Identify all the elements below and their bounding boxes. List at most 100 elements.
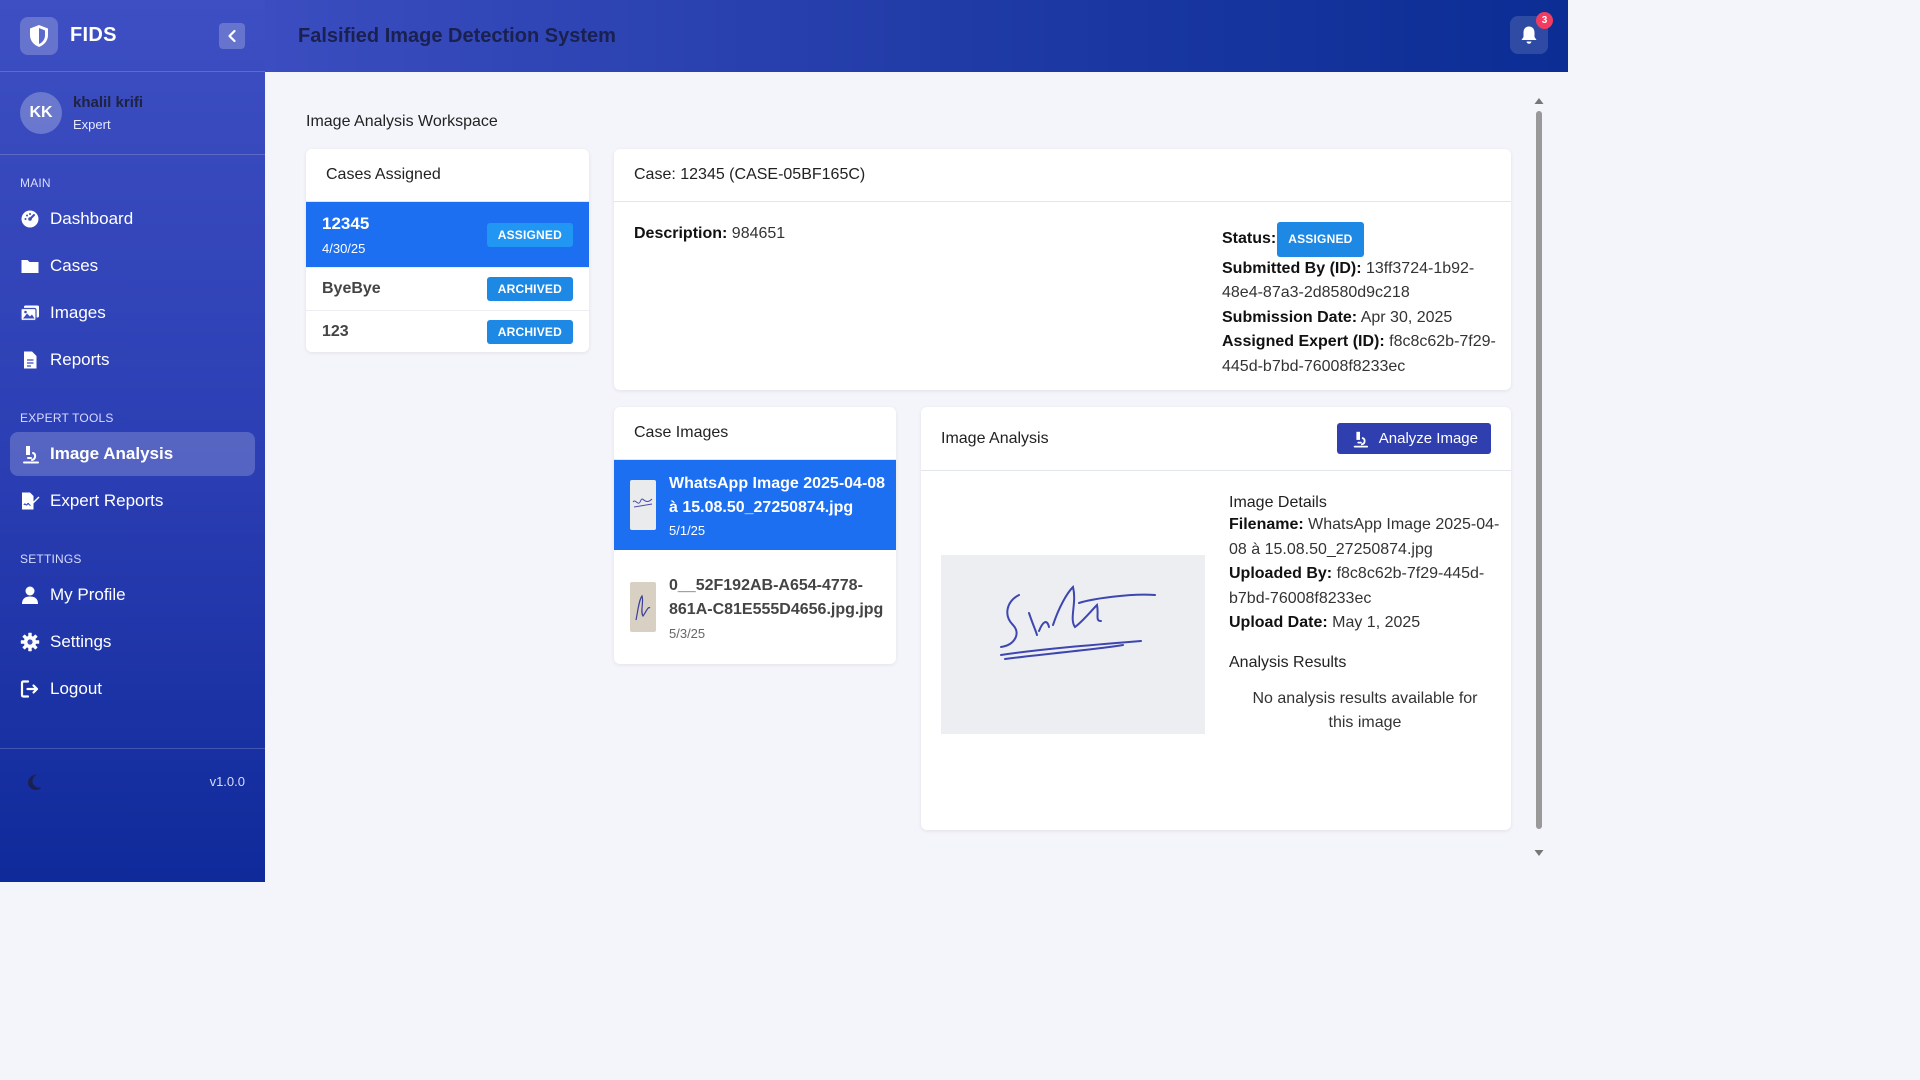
sidebar-footer: v1.0.0 (0, 748, 265, 814)
microscope-icon (23, 446, 39, 464)
upload-date-value: May 1, 2025 (1332, 614, 1421, 631)
upload-date-label: Upload Date: (1229, 614, 1328, 631)
sidebar-item-label: Expert Reports (50, 491, 164, 510)
sidebar-item-images[interactable]: Images (10, 291, 255, 335)
image-preview (941, 555, 1205, 734)
submission-date-label: Submission Date: (1222, 308, 1358, 326)
image-list-item[interactable]: 0__52F192AB-A654-4778-861A-C81E555D4656.… (614, 550, 896, 664)
case-detail-card: Case: 12345 (CASE-05BF165C) Description:… (614, 149, 1511, 390)
sidebar-item-label: Logout (50, 679, 102, 698)
app-title: Falsified Image Detection System (298, 24, 616, 47)
status-badge: ASSIGNED (1277, 222, 1364, 257)
sidebar-item-settings[interactable]: Settings (10, 620, 255, 664)
user-name: khalil krifi (73, 94, 144, 111)
card-title: Image Analysis (941, 429, 1049, 447)
sidebar-item-image-analysis[interactable]: Image Analysis (10, 432, 255, 476)
gear-icon (20, 632, 40, 652)
filename-label: Filename: (1229, 516, 1304, 533)
chevron-left-icon (228, 29, 236, 42)
analysis-results-title: Analysis Results (1229, 653, 1347, 671)
case-name: ByeBye (322, 280, 381, 297)
sidebar-item-dashboard[interactable]: Dashboard (10, 197, 255, 241)
image-thumbnail (630, 480, 656, 530)
shield-icon (20, 16, 58, 55)
case-name: 123 (322, 322, 349, 340)
sidebar-item-label: Settings (50, 632, 112, 651)
user-role: Expert (73, 117, 111, 132)
scroll-up-arrow-icon[interactable] (1534, 97, 1544, 105)
image-filename: 0__52F192AB-A654-4778-861A-C81E555D4656.… (669, 576, 884, 619)
image-details: Image Details Filename: WhatsApp Image 2… (1229, 493, 1501, 736)
sidebar-item-logout[interactable]: Logout (10, 667, 255, 711)
moon-icon[interactable] (24, 772, 44, 792)
case-meta: Status: ASSIGNED Submitted By (ID): 13ff… (1222, 222, 1502, 379)
analysis-header: Image Analysis Analyze Image (921, 407, 1511, 471)
sidebar-item-label: Images (50, 303, 106, 322)
cases-assigned-card: Cases Assigned 12345 4/30/25 ASSIGNED By… (306, 149, 589, 352)
user-icon (22, 586, 38, 604)
sidebar-item-my-profile[interactable]: My Profile (10, 573, 255, 617)
card-title: Cases Assigned (306, 149, 589, 202)
image-list-item[interactable]: WhatsApp Image 2025-04-08 à 15.08.50_272… (614, 460, 896, 550)
status-badge: ARCHIVED (486, 277, 573, 301)
app-version: v1.0.0 (209, 774, 245, 789)
collapse-sidebar-button[interactable] (219, 22, 245, 49)
description-label: Description: (634, 225, 728, 242)
top-header: Falsified Image Detection System 3 (265, 0, 1568, 72)
folder-icon (21, 260, 39, 273)
nav-section-main: MAIN (20, 176, 51, 190)
sidebar-item-label: Image Analysis (50, 444, 174, 463)
analyze-image-button[interactable]: Analyze Image (1336, 423, 1491, 454)
assigned-expert-label: Assigned Expert (ID): (1222, 333, 1385, 350)
brand-name: FIDS (70, 24, 117, 46)
page-title: Image Analysis Workspace (306, 113, 498, 130)
uploaded-by-label: Uploaded By: (1229, 565, 1333, 582)
nav-section-settings: SETTINGS (20, 552, 82, 566)
sidebar-item-expert-reports[interactable]: Expert Reports (10, 479, 255, 523)
user-profile: KK khalil krifi Expert (0, 72, 265, 155)
case-item[interactable]: 12345 4/30/25 ASSIGNED (306, 202, 589, 268)
main-scrollbar[interactable] (1534, 97, 1544, 856)
scrollbar-thumb[interactable] (1536, 111, 1542, 829)
case-date: 4/30/25 (322, 240, 366, 256)
case-item[interactable]: 123 ARCHIVED (306, 311, 589, 352)
sidebar-item-label: Dashboard (50, 209, 134, 228)
microscope-icon (1353, 431, 1368, 448)
file-signature-icon (22, 492, 40, 510)
submitted-by-label: Submitted By (ID): (1222, 259, 1362, 277)
sidebar-item-cases[interactable]: Cases (10, 244, 255, 288)
sidebar-item-label: Cases (50, 256, 99, 275)
status-badge: ARCHIVED (486, 319, 573, 344)
dashboard-icon (21, 210, 39, 228)
image-filename: WhatsApp Image 2025-04-08 à 15.08.50_272… (669, 475, 886, 516)
case-description: Description: 984651 (634, 222, 785, 247)
image-date: 5/3/25 (669, 625, 706, 641)
scroll-down-arrow-icon[interactable] (1534, 849, 1544, 857)
case-images-card: Case Images WhatsApp Image 2025-04-08 à … (614, 407, 896, 664)
image-date: 5/1/25 (669, 523, 706, 538)
notifications-button[interactable]: 3 (1510, 12, 1553, 54)
submission-date-value: Apr 30, 2025 (1360, 308, 1453, 326)
bell-icon (1521, 26, 1537, 44)
case-detail-title: Case: 12345 (CASE-05BF165C) (614, 149, 1511, 202)
nav-section-expert-tools: EXPERT TOOLS (20, 411, 114, 425)
analyze-button-label: Analyze Image (1378, 430, 1478, 447)
sidebar-item-label: My Profile (50, 585, 126, 604)
sidebar-item-label: Reports (50, 350, 110, 369)
logout-icon (20, 680, 39, 698)
status-label: Status: (1222, 230, 1277, 247)
sidebar: FIDS KK khalil krifi Expert MAIN Dashboa… (0, 0, 265, 882)
image-analysis-card: Image Analysis Analyze Image Image Detai… (921, 407, 1511, 830)
images-icon (20, 305, 39, 322)
file-icon (24, 351, 37, 369)
brand-bar: FIDS (0, 0, 265, 72)
image-details-title: Image Details (1229, 494, 1327, 511)
description-value: 984651 (731, 225, 786, 242)
sidebar-item-reports[interactable]: Reports (10, 338, 255, 382)
no-results-message: No analysis results available for this i… (1252, 689, 1478, 732)
case-name: 12345 (322, 213, 370, 233)
avatar: KK (20, 92, 62, 134)
case-item[interactable]: ByeBye ARCHIVED (306, 268, 589, 311)
status-badge: ASSIGNED (486, 222, 573, 247)
image-thumbnail (630, 582, 656, 632)
